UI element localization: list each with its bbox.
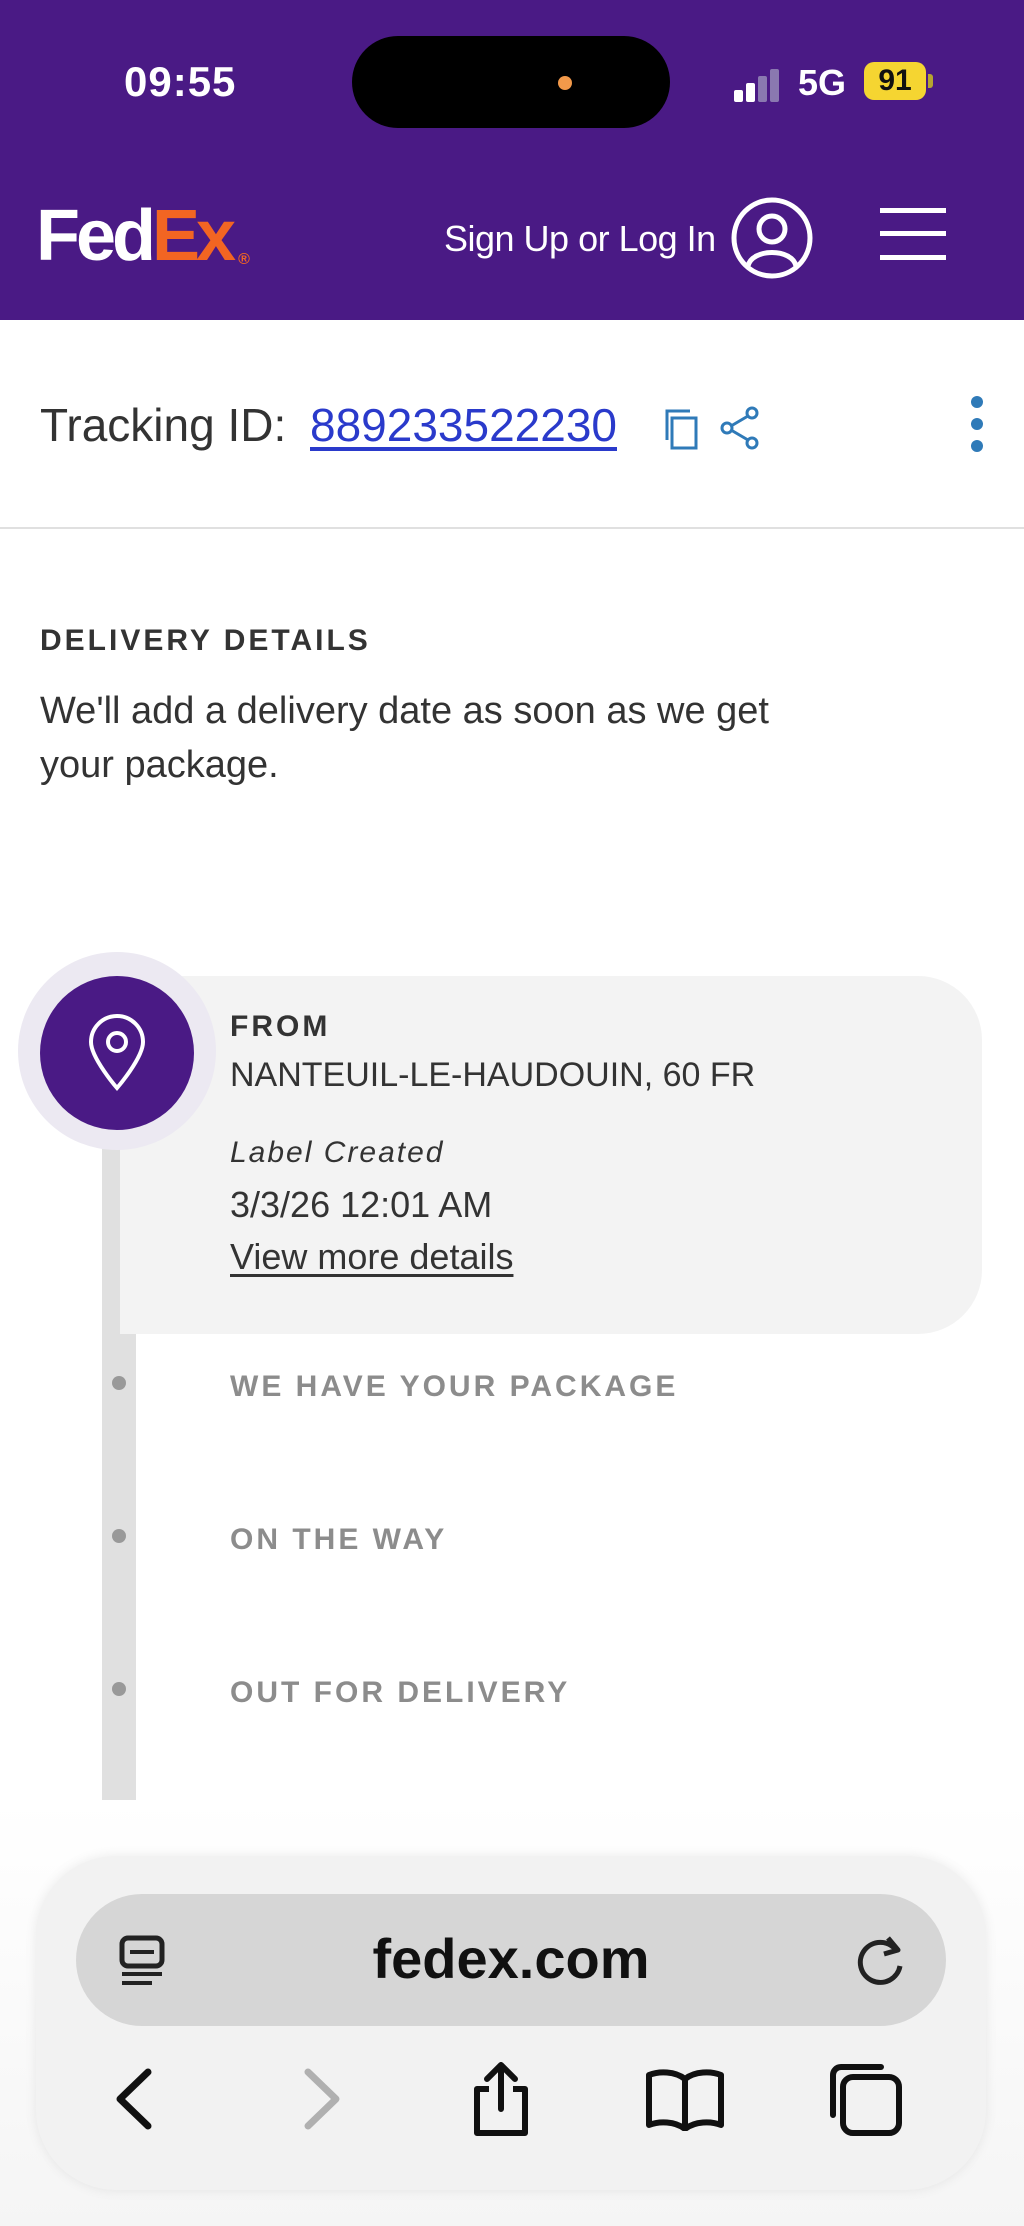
- step-dot: [112, 1682, 126, 1696]
- dynamic-island: [352, 36, 670, 128]
- user-icon[interactable]: [730, 196, 814, 280]
- tabs-icon[interactable]: [820, 2054, 910, 2144]
- logo-ex: Ex: [152, 196, 236, 276]
- url-text[interactable]: fedex.com: [76, 1926, 946, 1991]
- step-out-for-delivery: OUT FOR DELIVERY: [230, 1676, 571, 1709]
- location-pin-icon: [40, 976, 194, 1130]
- view-more-details-link[interactable]: View more details: [230, 1236, 513, 1278]
- back-icon[interactable]: [88, 2054, 178, 2144]
- address-bar[interactable]: fedex.com: [76, 1894, 946, 2026]
- menu-icon[interactable]: [880, 206, 946, 262]
- logo-registered: ®: [238, 251, 250, 268]
- step-on-the-way: ON THE WAY: [230, 1523, 448, 1556]
- copy-icon[interactable]: [664, 408, 700, 450]
- status-time: 09:55: [124, 58, 237, 105]
- divider: [0, 527, 1024, 529]
- tracking-label: Tracking ID:: [40, 399, 287, 451]
- battery-icon: 91: [864, 62, 926, 100]
- step-we-have-your-package: WE HAVE YOUR PACKAGE: [230, 1370, 679, 1403]
- delivery-details-title: DELIVERY DETAILS: [40, 624, 371, 657]
- step-dot: [112, 1376, 126, 1390]
- camera-dot: [558, 76, 572, 90]
- from-location: NANTEUIL-LE-HAUDOUIN, 60 FR: [230, 1056, 756, 1094]
- header: 09:55 5G 91 FedEx ® Sign Up or Log In: [0, 0, 1024, 320]
- logo-fed: Fed: [36, 196, 156, 276]
- battery-level: 91: [878, 64, 912, 97]
- battery-tip: [928, 74, 933, 88]
- status-timestamp: 3/3/26 12:01 AM: [230, 1184, 493, 1225]
- from-label: FROM: [230, 1010, 331, 1043]
- more-icon[interactable]: [962, 394, 992, 454]
- fedex-logo[interactable]: FedEx ®: [36, 200, 250, 272]
- signal-icon: [734, 68, 784, 102]
- step-dot: [112, 1529, 126, 1543]
- forward-icon[interactable]: [278, 2054, 368, 2144]
- status-label: Label Created: [230, 1136, 445, 1169]
- tracking-number-link[interactable]: 889233522230: [310, 398, 617, 452]
- signin-link[interactable]: Sign Up or Log In: [444, 218, 716, 260]
- bookmarks-icon[interactable]: [640, 2054, 730, 2144]
- share-icon[interactable]: [456, 2054, 546, 2144]
- share-icon[interactable]: [720, 406, 760, 450]
- delivery-details-text: We'll add a delivery date as soon as we …: [40, 690, 769, 786]
- network-label: 5G: [798, 62, 847, 103]
- reload-icon[interactable]: [852, 1930, 910, 1990]
